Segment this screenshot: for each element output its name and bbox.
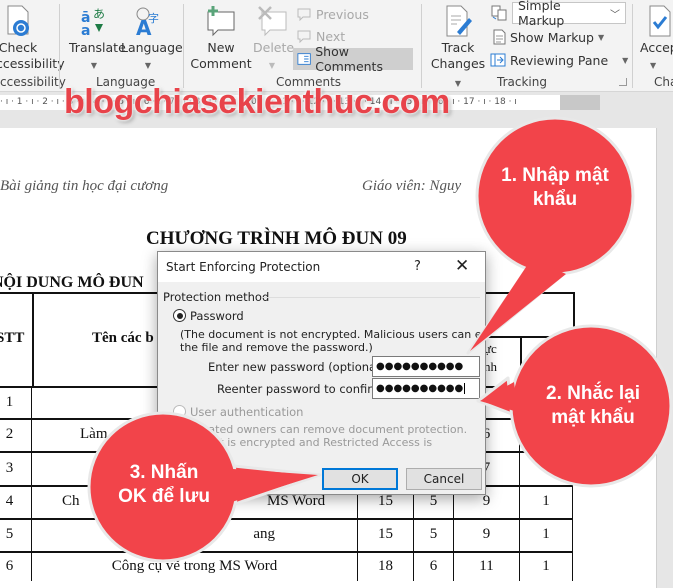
section-title: NỘI DUNG MÔ ĐUN (0, 274, 144, 291)
previous-comment-icon (297, 8, 311, 21)
show-markup-icon (493, 29, 506, 45)
confirm-password-label: Reenter password to confirm: (217, 382, 387, 396)
accept-icon (649, 5, 671, 37)
text-cursor (464, 383, 469, 394)
previous-comment-button[interactable]: Previous (296, 4, 369, 24)
delete-label: Delete (253, 40, 295, 55)
accept-label: Accep (640, 40, 673, 55)
translate-icon: ā あ a (81, 7, 105, 38)
dropdown-caret: ▼ (598, 32, 605, 42)
callout-1-line1: 1. Nhập mật (501, 165, 609, 186)
new-password-input[interactable]: ●●●●●●●●●● (372, 356, 480, 377)
check-label: Check (0, 40, 38, 55)
separator (183, 4, 184, 88)
password-radio[interactable] (173, 309, 186, 322)
chevron-down-icon: ﹀ (610, 9, 620, 21)
tracking-group-label: Tracking (497, 75, 547, 89)
track-changes-button[interactable]: Track Changes ▼ (428, 4, 488, 92)
password-option-label: Password (190, 309, 244, 323)
svg-text:字: 字 (148, 11, 159, 25)
password-description-line2: the file and remove the password.) (180, 341, 373, 354)
dropdown-caret: ▼ (90, 61, 98, 70)
confirm-password-input[interactable]: ●●●●●●●●●● (372, 378, 480, 399)
dropdown-caret: ▼ (454, 79, 462, 88)
check-accessibility-button[interactable]: Check ccessibility (0, 4, 65, 72)
callout-2-line2: mật khẩu (551, 407, 635, 428)
accessibility-label: ccessibility (0, 56, 65, 71)
callout-2-line1: 2. Nhắc lại (546, 383, 640, 404)
check-accessibility-icon (7, 5, 29, 36)
accept-button[interactable]: Accep ▼ (640, 4, 673, 74)
callout-1-text: 1. Nhập mật khẩu (480, 164, 630, 212)
header-left-text: Bài giảng tin học đại cương (0, 178, 169, 194)
svg-text:あ: あ (93, 7, 105, 21)
changes-group-label: Cha (654, 75, 673, 89)
header-right-text: Giáo viên: Nguy (362, 178, 462, 194)
callout-1-line2: khẩu (532, 189, 578, 210)
tracking-dialog-launcher[interactable] (619, 78, 627, 86)
reviewing-pane-button[interactable]: Reviewing Pane ▼ (490, 50, 628, 70)
callout-3-text: 3. Nhấn OK để lưu (89, 461, 239, 509)
new-comment-button[interactable]: New Comment (190, 4, 252, 72)
new-label: New (207, 40, 235, 55)
dropdown-caret: ▼ (650, 61, 657, 70)
document-title: CHƯƠNG TRÌNH MÔ ĐUN 09 (146, 228, 407, 249)
language-icon: A 字 (136, 7, 159, 38)
markup-select-value: Simple Markup (518, 0, 565, 28)
translate-button[interactable]: ā あ a Translate ▼ (69, 4, 126, 74)
next-comment-icon (297, 30, 311, 43)
reviewing-pane-label: Reviewing Pane (510, 52, 609, 68)
reviewing-pane-icon (490, 53, 506, 67)
translate-label: Translate (69, 40, 126, 55)
accessibility-group-label: ccessibility (0, 75, 66, 89)
next-comment-button[interactable]: Next (296, 26, 345, 46)
new-comment-icon (207, 6, 235, 37)
callout-3-line2: OK để lưu (118, 486, 210, 507)
dropdown-caret: ▼ (144, 61, 152, 70)
markup-select-wrapper: Simple Markup ﹀ (490, 0, 626, 28)
ribbon: Check ccessibility ccessibility ā あ a Tr… (0, 0, 673, 92)
group-divider (262, 297, 480, 298)
new-password-label: Enter new password (optional): (208, 360, 388, 374)
show-markup-label: Show Markup (510, 29, 594, 45)
track-label: Track (441, 40, 475, 55)
separator (59, 4, 60, 88)
protection-method-label: Protection method (163, 290, 270, 304)
show-comments-button[interactable]: Show Comments (293, 44, 413, 74)
ok-button[interactable]: OK (322, 468, 398, 490)
help-button[interactable]: ? (414, 259, 421, 274)
comment-label: Comment (190, 56, 252, 71)
password-description-line1: (The document is not encrypted. Maliciou… (180, 328, 489, 341)
separator (421, 4, 422, 88)
callout-bubble-1 (466, 116, 635, 355)
dropdown-caret: ▼ (268, 61, 276, 70)
delete-comment-icon (258, 6, 287, 37)
language-label: Language (121, 40, 183, 55)
next-label: Next (316, 28, 346, 44)
callout-3-line1: 3. Nhấn (129, 462, 199, 483)
dropdown-caret: ▼ (622, 55, 629, 65)
language-button[interactable]: A 字 Language ▼ (121, 4, 183, 74)
delete-comment-button[interactable]: Delete ▼ (253, 4, 295, 74)
svg-text:a: a (81, 23, 90, 38)
separator (632, 4, 633, 88)
dialog-title: Start Enforcing Protection (166, 260, 321, 274)
display-for-review-icon (491, 5, 507, 21)
changes-label: Changes (430, 56, 486, 71)
cancel-button[interactable]: Cancel (406, 468, 482, 490)
watermark-text: blogchiasekienthuc.com (64, 83, 450, 121)
callout-2-text: 2. Nhắc lại mật khẩu (513, 382, 673, 430)
markup-select[interactable]: Simple Markup ﹀ (512, 0, 626, 28)
show-markup-button[interactable]: Show Markup ▼ (492, 27, 604, 47)
previous-label: Previous (316, 6, 369, 22)
dialog-titlebar[interactable]: Start Enforcing Protection ? ✕ (158, 252, 485, 282)
confirm-password-value: ●●●●●●●●●● (376, 383, 464, 394)
show-comments-icon (297, 53, 311, 65)
track-changes-icon (446, 5, 472, 37)
show-comments-label: Show Comments (315, 44, 383, 74)
